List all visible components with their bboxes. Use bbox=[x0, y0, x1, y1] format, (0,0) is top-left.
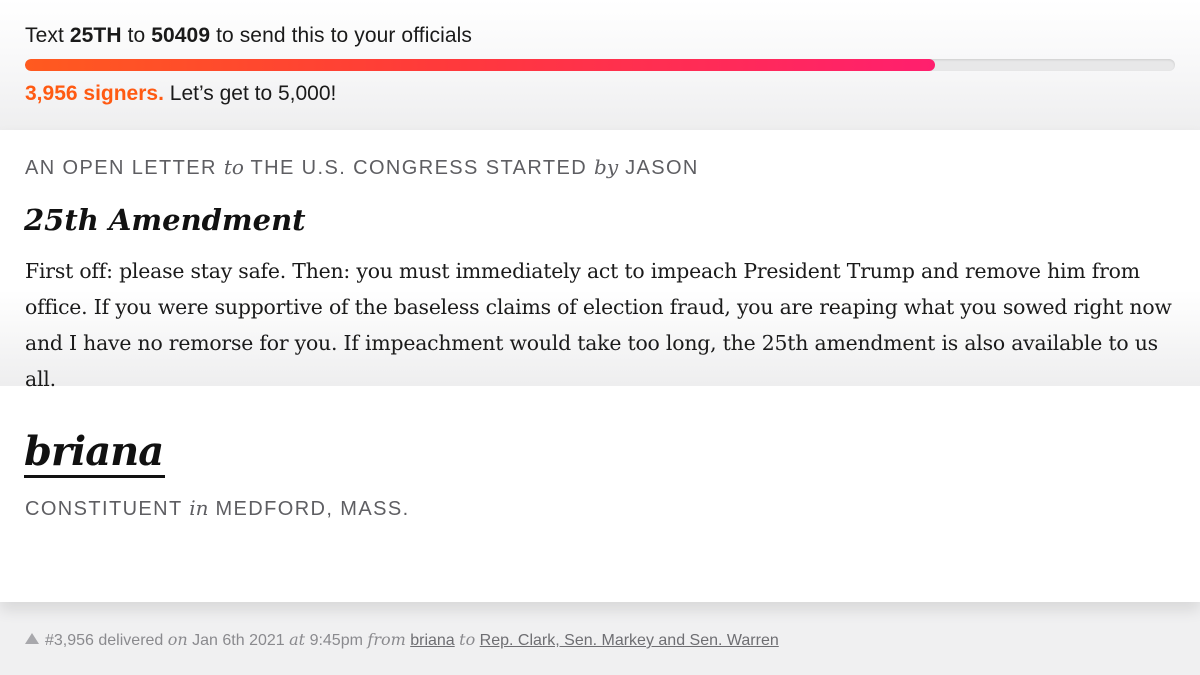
delivery-date: Jan 6th 2021 bbox=[192, 632, 285, 649]
signature: briana bbox=[24, 429, 166, 478]
letter-title: 25th Amendment bbox=[24, 203, 306, 237]
sms-suffix: to send this to your officials bbox=[216, 24, 472, 47]
footer-at: at bbox=[289, 630, 306, 649]
letter-header-part2: the U.S. Congress started bbox=[250, 157, 588, 179]
letter-header-to: to bbox=[223, 155, 244, 179]
sms-number: 50409 bbox=[151, 24, 211, 47]
constituent-prefix: Constituent bbox=[25, 498, 183, 520]
sms-instructions: Text 25TH to 50409 to send this to your … bbox=[25, 24, 472, 48]
signers-goal: Let’s get to 5,000! bbox=[169, 82, 337, 105]
delivery-footer: #3,956 delivered on Jan 6th 2021 at 9:45… bbox=[25, 630, 779, 650]
progress-bar bbox=[25, 59, 1175, 71]
letter-card-lower bbox=[0, 386, 1200, 602]
letter-header-by: by bbox=[594, 155, 619, 179]
sender-link[interactable]: briana bbox=[410, 632, 454, 649]
footer-on: on bbox=[167, 630, 188, 649]
sms-keyword: 25TH bbox=[69, 24, 122, 47]
delivery-number: #3,956 delivered bbox=[45, 632, 164, 649]
delivery-time: 9:45pm bbox=[309, 632, 363, 649]
progress-bar-fill bbox=[25, 59, 935, 71]
triangle-up-icon bbox=[25, 633, 39, 644]
signers-count: 3,956 signers. bbox=[25, 82, 164, 105]
letter-author: Jason bbox=[625, 157, 699, 179]
constituent-location: Medford, Mass. bbox=[215, 498, 410, 520]
letter-header: An open letter to the U.S. Congress star… bbox=[25, 155, 699, 180]
sms-prefix: Text bbox=[25, 24, 64, 47]
footer-to: to bbox=[459, 630, 476, 649]
signers-status: 3,956 signers. Let’s get to 5,000! bbox=[25, 82, 336, 106]
constituent-line: Constituent in Medford, Mass. bbox=[25, 496, 410, 521]
progress-header: Text 25TH to 50409 to send this to your … bbox=[0, 0, 1200, 130]
letter-header-part1: An open letter bbox=[25, 157, 217, 179]
footer-from: from bbox=[367, 630, 406, 649]
constituent-in: in bbox=[189, 496, 209, 520]
recipients-link[interactable]: Rep. Clark, Sen. Markey and Sen. Warren bbox=[480, 632, 779, 649]
sms-middle: to bbox=[127, 24, 146, 47]
letter-body: First off: please stay safe. Then: you m… bbox=[25, 259, 1172, 391]
